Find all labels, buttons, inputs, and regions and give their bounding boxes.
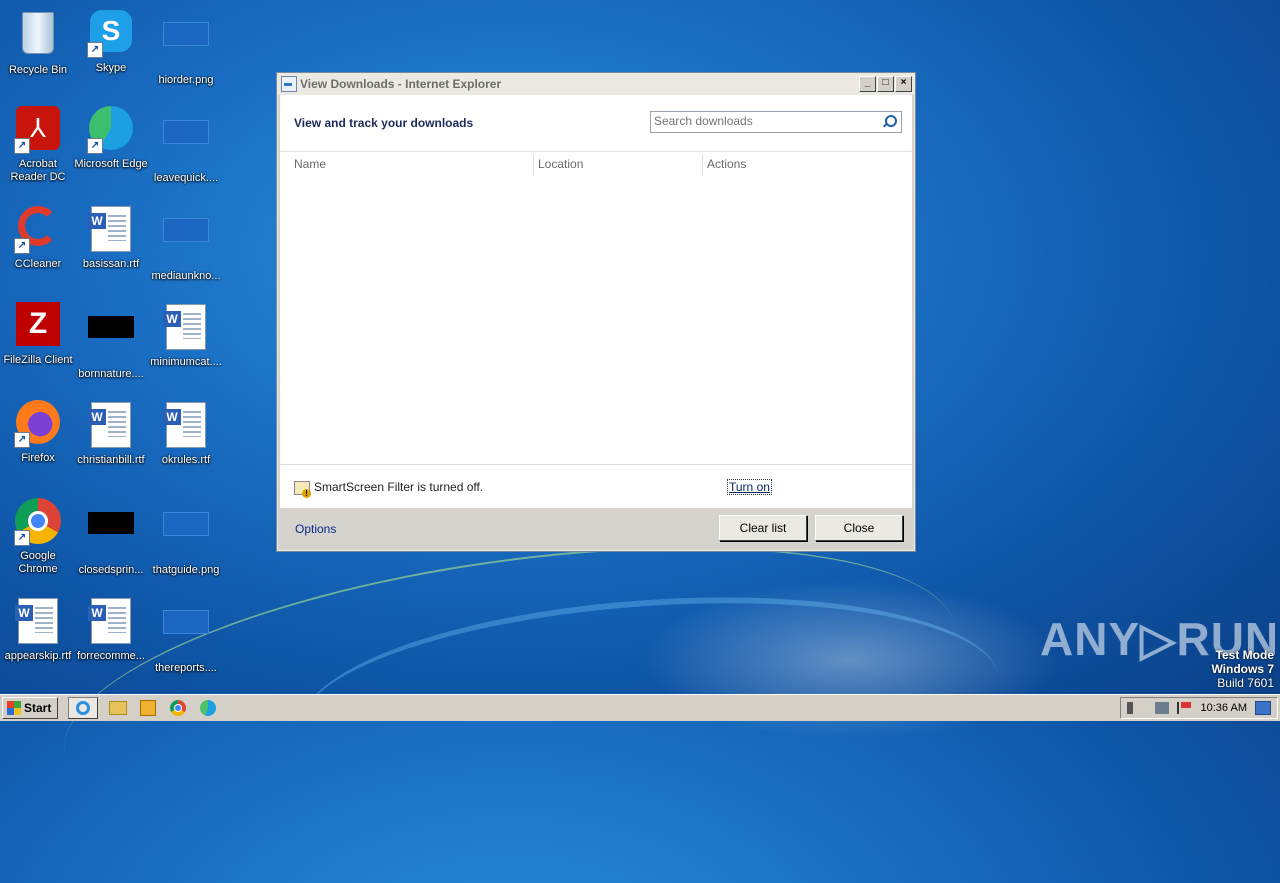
windows-logo-icon bbox=[7, 701, 21, 715]
column-name[interactable]: Name bbox=[294, 157, 326, 171]
taskbar-internet-explorer[interactable] bbox=[68, 697, 99, 719]
downloads-list bbox=[280, 176, 912, 464]
image-file-icon bbox=[162, 120, 210, 168]
taskbar: Start 10:36 AM bbox=[0, 694, 1280, 721]
image-file-icon bbox=[162, 218, 210, 266]
desktop-icon-christianbill[interactable]: W christianbill.rtf bbox=[73, 400, 149, 467]
image-file-icon bbox=[162, 610, 210, 658]
taskbar-media-player[interactable] bbox=[138, 698, 158, 718]
turn-on-link[interactable]: Turn on bbox=[727, 479, 772, 495]
desktop-icon-edge[interactable]: ↗ Microsoft Edge bbox=[73, 106, 149, 171]
desktop-icon-thereports[interactable]: thereports.... bbox=[148, 596, 224, 675]
taskbar-explorer[interactable] bbox=[108, 698, 128, 718]
ie-downloads-icon bbox=[281, 76, 297, 92]
image-file-icon bbox=[162, 22, 210, 70]
window-controls: _ □ × bbox=[859, 76, 912, 92]
word-document-icon: W bbox=[14, 598, 62, 646]
options-link[interactable]: Options bbox=[295, 522, 336, 536]
action-center-flag-icon[interactable] bbox=[1176, 702, 1193, 714]
filezilla-icon: Z bbox=[14, 302, 62, 350]
clear-list-button[interactable]: Clear list bbox=[719, 515, 807, 541]
desktop-icon-hiorder[interactable]: hiorder.png bbox=[148, 8, 224, 87]
desktop-icon-closedsprin[interactable]: closedsprin... bbox=[73, 498, 149, 577]
downloads-header: View and track your downloads bbox=[280, 95, 912, 152]
build-label: Build 7601 bbox=[1217, 676, 1274, 690]
word-document-icon: W bbox=[87, 206, 135, 254]
taskbar-clock[interactable]: 10:36 AM bbox=[1201, 702, 1247, 714]
desktop-icon-thatguide[interactable]: thatguide.png bbox=[148, 498, 224, 577]
column-actions[interactable]: Actions bbox=[707, 157, 746, 171]
word-document-icon: W bbox=[162, 304, 210, 352]
system-tray: 10:36 AM bbox=[1119, 697, 1278, 719]
column-separator[interactable] bbox=[533, 154, 534, 176]
desktop-icon-forrecomme[interactable]: W forrecomme... bbox=[73, 596, 149, 663]
taskbar-chrome[interactable] bbox=[168, 698, 188, 718]
window-title: View Downloads - Internet Explorer bbox=[300, 77, 502, 91]
smartscreen-warning-icon bbox=[294, 481, 311, 498]
desktop-icon-mediaunkno[interactable]: mediaunkno... bbox=[148, 204, 224, 283]
edge-icon bbox=[200, 700, 217, 716]
window-titlebar[interactable]: View Downloads - Internet Explorer _ □ × bbox=[277, 73, 915, 95]
edge-icon: ↗ bbox=[87, 106, 135, 154]
downloads-column-headers: Name Location Actions bbox=[280, 152, 912, 176]
desktop-icon-leavequick[interactable]: leavequick.... bbox=[148, 106, 224, 185]
black-image-file-icon bbox=[87, 316, 135, 364]
close-window-button[interactable]: × bbox=[895, 76, 912, 92]
ccleaner-icon: ↗ bbox=[14, 206, 62, 254]
downloads-footer: Options Clear list Close bbox=[280, 508, 912, 547]
desktop-icon-okrules[interactable]: W okrules.rtf bbox=[148, 400, 224, 467]
desktop-icon-basissan[interactable]: W basissan.rtf bbox=[73, 204, 149, 271]
volume-icon[interactable] bbox=[1126, 702, 1147, 714]
search-box bbox=[650, 111, 902, 133]
desktop-icon-filezilla[interactable]: Z FileZilla Client bbox=[0, 302, 76, 367]
media-player-icon bbox=[140, 700, 157, 716]
folder-icon bbox=[109, 701, 128, 715]
downloads-client-area: View and track your downloads Name Locat… bbox=[280, 95, 912, 547]
skype-icon: S ↗ bbox=[87, 10, 135, 58]
desktop-icon-recycle-bin[interactable]: Recycle Bin bbox=[0, 8, 76, 77]
desktop-icon-bornnature[interactable]: bornnature.... bbox=[73, 302, 149, 381]
maximize-button[interactable]: □ bbox=[877, 76, 894, 92]
search-icon[interactable] bbox=[885, 115, 897, 127]
downloads-heading: View and track your downloads bbox=[294, 116, 474, 130]
test-mode-notice: Test Mode Windows 7 Build 7601 bbox=[1211, 648, 1274, 690]
smartscreen-message: SmartScreen Filter is turned off. bbox=[314, 480, 484, 494]
taskbar-apps bbox=[68, 697, 218, 719]
column-separator[interactable] bbox=[702, 154, 703, 176]
network-icon[interactable] bbox=[1154, 702, 1169, 714]
word-document-icon: W bbox=[87, 598, 135, 646]
start-button[interactable]: Start bbox=[2, 697, 59, 719]
acrobat-icon: ⅄ ↗ bbox=[14, 106, 62, 154]
test-mode-label: Test Mode bbox=[1215, 648, 1274, 662]
close-button[interactable]: Close bbox=[815, 515, 903, 541]
desktop-icon-chrome[interactable]: ↗ Google Chrome bbox=[0, 498, 76, 576]
image-file-icon bbox=[162, 512, 210, 560]
desktop-icon-acrobat[interactable]: ⅄ ↗ Acrobat Reader DC bbox=[0, 106, 76, 184]
desktop-icon-skype[interactable]: S ↗ Skype bbox=[73, 8, 149, 75]
search-downloads-input[interactable] bbox=[651, 112, 874, 130]
desktop-icon-firefox[interactable]: ↗ Firefox bbox=[0, 400, 76, 465]
chrome-icon: ↗ bbox=[14, 498, 62, 546]
desktop-icon-ccleaner[interactable]: ↗ CCleaner bbox=[0, 204, 76, 271]
chrome-icon bbox=[170, 700, 187, 716]
internet-explorer-icon bbox=[76, 701, 91, 715]
smartscreen-bar: SmartScreen Filter is turned off. Turn o… bbox=[280, 464, 912, 509]
firefox-icon: ↗ bbox=[14, 400, 62, 448]
start-label: Start bbox=[24, 701, 52, 715]
black-image-file-icon bbox=[87, 512, 135, 560]
recycle-bin-icon bbox=[14, 12, 62, 60]
os-label: Windows 7 bbox=[1211, 662, 1274, 676]
desktop-icon-appearskip[interactable]: W appearskip.rtf bbox=[0, 596, 76, 663]
minimize-button[interactable]: _ bbox=[859, 76, 876, 92]
word-document-icon: W bbox=[162, 402, 210, 450]
show-desktop-icon[interactable] bbox=[1255, 701, 1271, 715]
view-downloads-window: View Downloads - Internet Explorer _ □ ×… bbox=[276, 72, 916, 552]
word-document-icon: W bbox=[87, 402, 135, 450]
desktop-icon-minimumcat[interactable]: W minimumcat.... bbox=[148, 302, 224, 369]
column-location[interactable]: Location bbox=[538, 157, 583, 171]
taskbar-edge[interactable] bbox=[198, 698, 218, 718]
